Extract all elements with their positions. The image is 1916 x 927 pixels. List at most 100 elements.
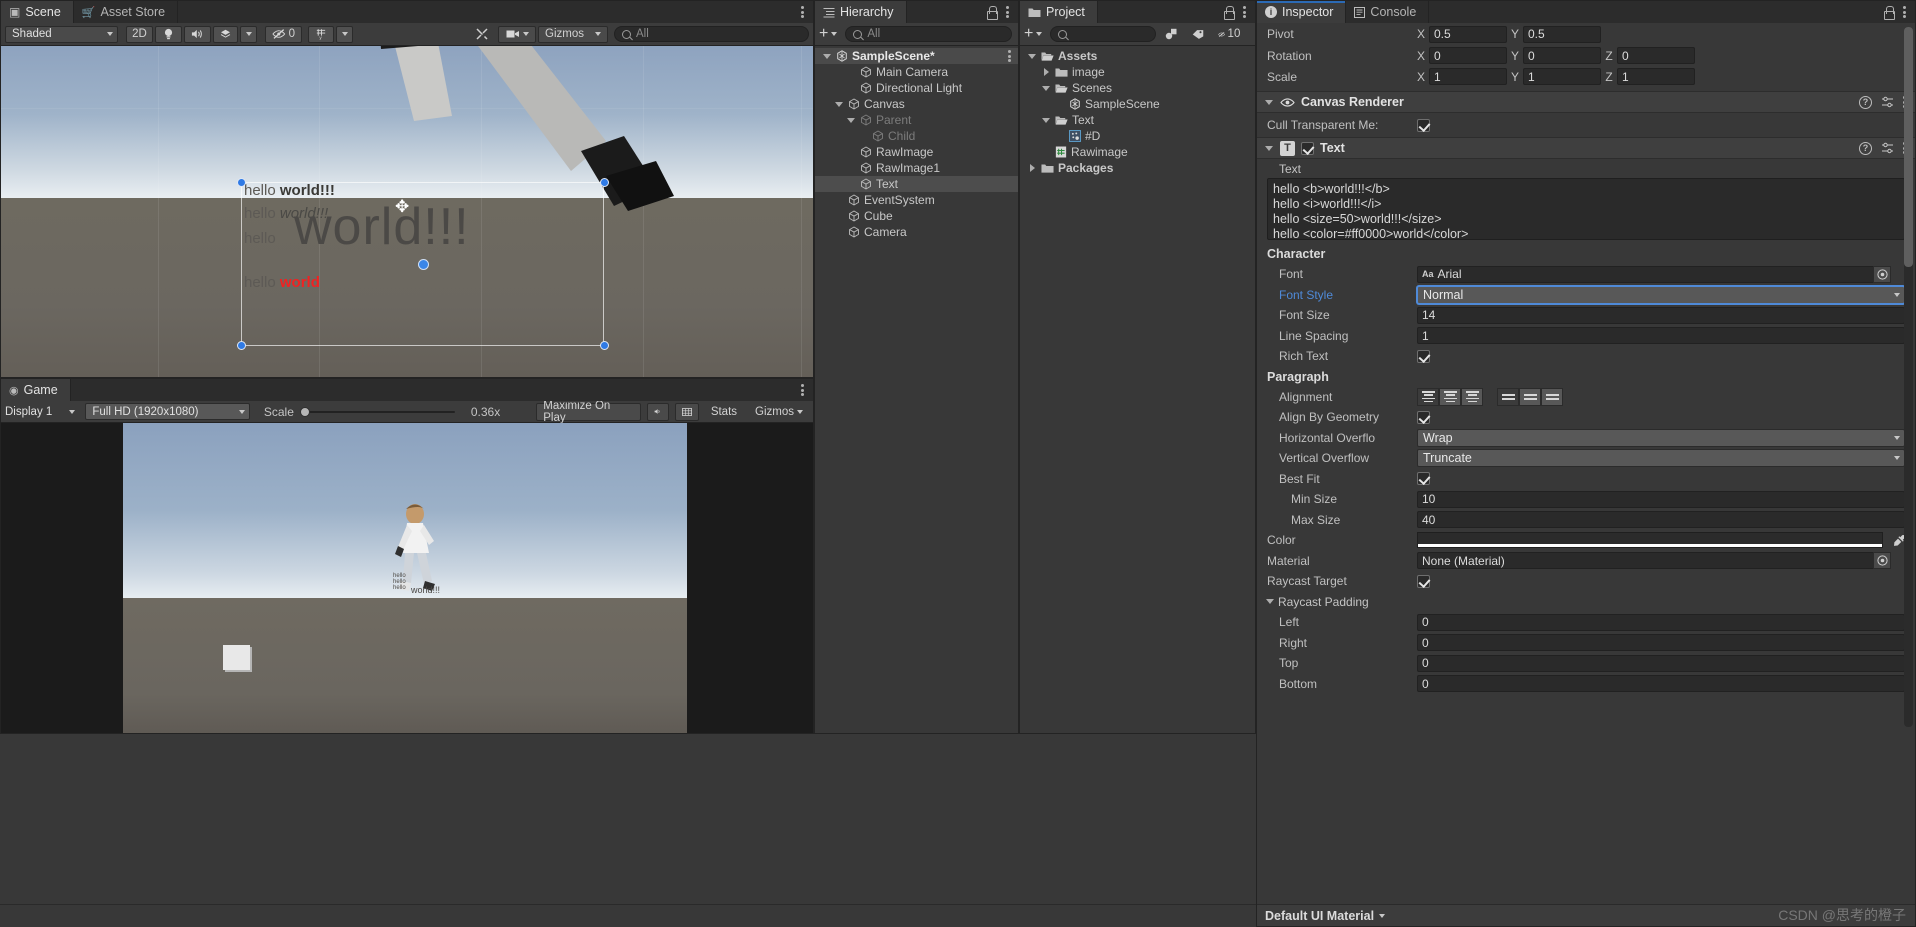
help-icon[interactable]: ?: [1859, 142, 1872, 155]
horizontal-overflow-dropdown[interactable]: Wrap: [1417, 429, 1905, 447]
tab-scene[interactable]: ▣ Scene: [1, 1, 74, 23]
create-dropdown-icon[interactable]: [1036, 32, 1042, 36]
project-item-rawimage[interactable]: Rawimage: [1020, 144, 1255, 160]
font-object-field[interactable]: Aa Arial: [1417, 266, 1889, 283]
hierarchy-item-directional-light[interactable]: Directional Light: [815, 80, 1018, 96]
hierarchy-item-canvas[interactable]: Canvas: [815, 96, 1018, 112]
help-icon[interactable]: ?: [1859, 96, 1872, 109]
align-middle-button[interactable]: [1519, 388, 1541, 406]
chevron-down-icon[interactable]: [823, 52, 832, 61]
tab-hierarchy[interactable]: Hierarchy: [815, 1, 907, 23]
align-by-geometry-checkbox[interactable]: [1417, 411, 1430, 424]
padding-top-input[interactable]: 0: [1417, 655, 1905, 672]
grid-dropdown-button[interactable]: [336, 26, 353, 43]
scale-slider[interactable]: [300, 405, 455, 419]
material-object-field[interactable]: None (Material): [1417, 552, 1889, 569]
scene-tools-button[interactable]: [468, 26, 496, 43]
hierarchy-item-eventsystem[interactable]: EventSystem: [815, 192, 1018, 208]
maximize-on-play-button[interactable]: Maximize On Play: [536, 403, 641, 421]
project-menu-icon[interactable]: [1243, 5, 1247, 20]
toggle-2d-button[interactable]: 2D: [126, 26, 153, 43]
raycast-target-checkbox[interactable]: [1417, 575, 1430, 588]
canvas-renderer-header[interactable]: Canvas Renderer ?: [1257, 91, 1915, 113]
hierarchy-item-cube[interactable]: Cube: [815, 208, 1018, 224]
padding-right-input[interactable]: 0: [1417, 634, 1905, 651]
chevron-down-icon[interactable]: [1028, 52, 1037, 61]
text-content-textarea[interactable]: hello <b>world!!!</b> hello <i>world!!!<…: [1267, 178, 1905, 240]
project-item-assets[interactable]: Assets: [1020, 48, 1255, 64]
cull-transparent-checkbox[interactable]: [1417, 119, 1430, 132]
padding-left-input[interactable]: 0: [1417, 614, 1905, 631]
project-item-packages[interactable]: Packages: [1020, 160, 1255, 176]
hidden-objects-button[interactable]: 0: [265, 26, 302, 43]
scale-z-input[interactable]: 1: [1617, 68, 1695, 85]
align-right-button[interactable]: [1461, 388, 1483, 406]
shading-mode-dropdown[interactable]: Shaded: [5, 26, 118, 43]
project-search-input[interactable]: [1050, 26, 1156, 42]
tab-project[interactable]: Project: [1020, 1, 1098, 23]
chevron-down-icon[interactable]: [1265, 144, 1274, 153]
hierarchy-item-parent[interactable]: Parent: [815, 112, 1018, 128]
chevron-down-icon[interactable]: [1042, 84, 1051, 93]
min-size-input[interactable]: 10: [1417, 491, 1905, 508]
display-dropdown[interactable]: Display 1: [5, 403, 79, 420]
chevron-down-icon[interactable]: [1042, 116, 1051, 125]
preset-icon[interactable]: [1881, 96, 1894, 108]
project-tree[interactable]: AssetsimageScenesSampleSceneText#DRawima…: [1020, 46, 1255, 176]
audio-toggle-button[interactable]: [184, 26, 211, 43]
project-item-samplescene[interactable]: SampleScene: [1020, 96, 1255, 112]
hierarchy-menu-icon[interactable]: [1006, 5, 1010, 20]
padding-bottom-input[interactable]: 0: [1417, 675, 1905, 692]
project-item-scenes[interactable]: Scenes: [1020, 80, 1255, 96]
align-bottom-button[interactable]: [1541, 388, 1563, 406]
lock-icon[interactable]: [986, 6, 997, 18]
color-swatch[interactable]: [1417, 532, 1883, 548]
game-menu-icon[interactable]: [801, 383, 805, 398]
rect-handle-top-right[interactable]: [600, 178, 609, 187]
hierarchy-item-rawimage[interactable]: RawImage: [815, 144, 1018, 160]
game-gizmos-button[interactable]: Gizmos: [749, 403, 809, 421]
tab-console[interactable]: Console: [1346, 1, 1429, 23]
hierarchy-search-input[interactable]: All: [845, 26, 1012, 42]
font-style-dropdown[interactable]: Normal: [1417, 286, 1905, 304]
max-size-input[interactable]: 40: [1417, 511, 1905, 528]
material-picker-button[interactable]: [1873, 552, 1891, 569]
lighting-toggle-button[interactable]: [155, 26, 182, 43]
chevron-down-icon[interactable]: [835, 100, 844, 109]
create-asset-button[interactable]: +: [1024, 26, 1033, 42]
gizmos-button[interactable]: Gizmos: [538, 26, 608, 43]
vertical-overflow-dropdown[interactable]: Truncate: [1417, 449, 1905, 467]
project-item-text[interactable]: Text: [1020, 112, 1255, 128]
tab-game[interactable]: ◉ Game: [1, 379, 71, 401]
inspector-scrollbar[interactable]: [1904, 27, 1913, 727]
pivot-y-input[interactable]: 0.5: [1523, 26, 1601, 43]
rect-handle-top-left[interactable]: [237, 178, 246, 187]
hierarchy-item-text[interactable]: Text: [815, 176, 1018, 192]
hierarchy-item-samplescene[interactable]: SampleScene*: [815, 48, 1018, 64]
scale-y-input[interactable]: 1: [1523, 68, 1601, 85]
add-gameobject-button[interactable]: +: [819, 26, 828, 42]
chevron-right-icon[interactable]: [1042, 68, 1051, 77]
hierarchy-item-rawimage1[interactable]: RawImage1: [815, 160, 1018, 176]
pivot-x-input[interactable]: 0.5: [1429, 26, 1507, 43]
scene-camera-button[interactable]: [498, 26, 536, 43]
lock-icon[interactable]: [1223, 6, 1234, 18]
label-filter-button[interactable]: [1186, 26, 1210, 43]
chevron-down-icon[interactable]: [847, 116, 856, 125]
scene-viewport[interactable]: hello world!!! hello world!!! hello worl…: [1, 46, 813, 377]
rotation-x-input[interactable]: 0: [1429, 47, 1507, 64]
stats-button[interactable]: Stats: [705, 403, 743, 421]
mute-audio-button[interactable]: [647, 403, 669, 421]
rect-handle-bottom-left[interactable]: [237, 341, 246, 350]
align-center-button[interactable]: [1439, 388, 1461, 406]
project-item-image[interactable]: image: [1020, 64, 1255, 80]
fx-toggle-button[interactable]: [213, 26, 238, 43]
hierarchy-item-main-camera[interactable]: Main Camera: [815, 64, 1018, 80]
pivot-handle[interactable]: [418, 259, 429, 270]
project-item-d[interactable]: #D: [1020, 128, 1255, 144]
resolution-dropdown[interactable]: Full HD (1920x1080): [85, 403, 249, 420]
rotation-z-input[interactable]: 0: [1617, 47, 1695, 64]
hidden-assets-button[interactable]: 10: [1212, 26, 1246, 43]
align-top-button[interactable]: [1497, 388, 1519, 406]
preset-icon[interactable]: [1881, 142, 1894, 154]
